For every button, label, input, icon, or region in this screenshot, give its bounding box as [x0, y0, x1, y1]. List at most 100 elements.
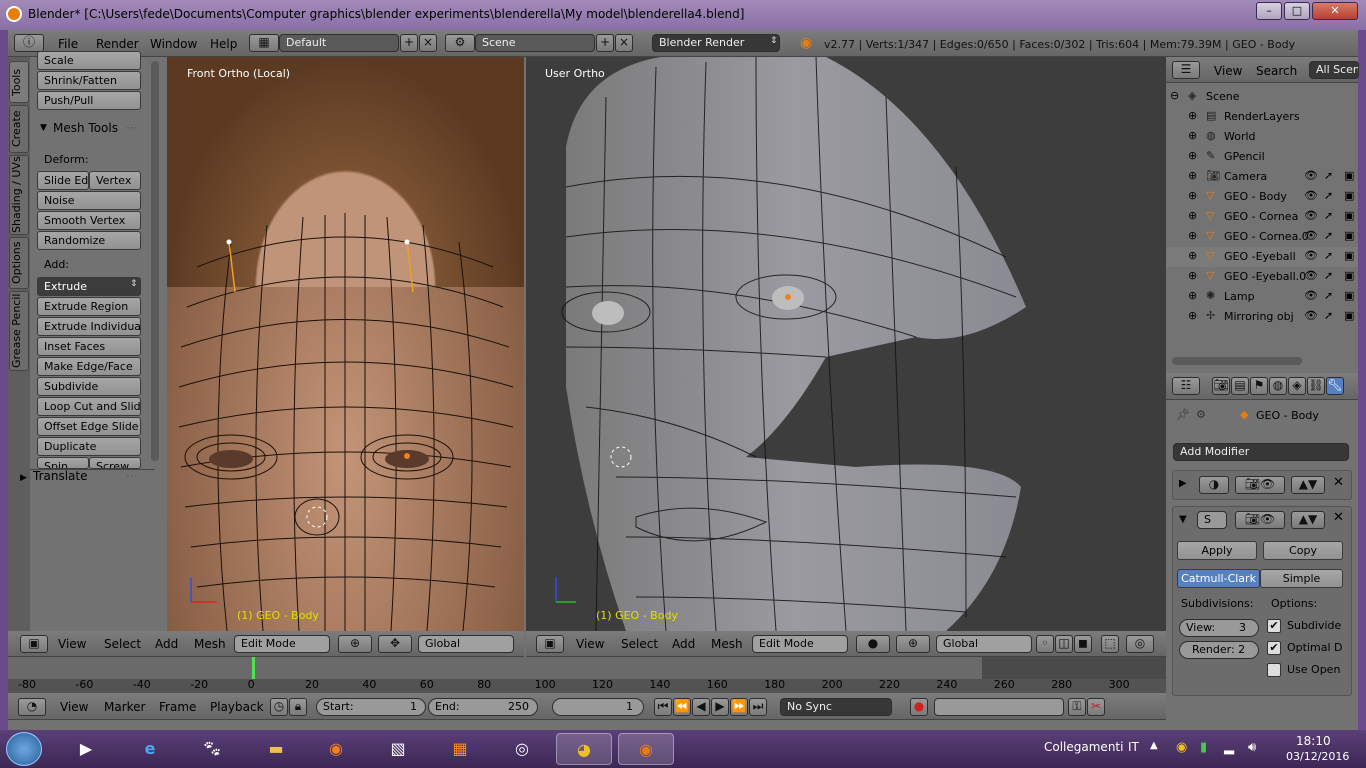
option-checkbox[interactable]: ✔: [1267, 619, 1281, 633]
select-arrow-icon[interactable]: ➚: [1324, 249, 1333, 262]
menu-help[interactable]: Help: [210, 37, 237, 51]
menu-add-right[interactable]: Add: [672, 637, 695, 651]
visibility-eye-icon[interactable]: 👁: [1304, 169, 1318, 182]
tray-links-label[interactable]: Collegamenti: [1044, 740, 1123, 754]
tab-grease-pencil[interactable]: Grease Pencil: [9, 291, 29, 371]
preview-range-icon[interactable]: ◷: [270, 698, 288, 716]
media-player-icon[interactable]: ▶: [58, 733, 114, 765]
view-levels-field[interactable]: View: 3: [1179, 619, 1259, 637]
outliner-item[interactable]: ⊕ ▽ GEO -Eyeball.0 👁 ➚ ▣: [1166, 267, 1358, 287]
outliner-item[interactable]: ⊕ ✺ Lamp 👁 ➚ ▣: [1166, 287, 1358, 307]
lock-icon[interactable]: 🔒︎: [289, 698, 307, 716]
jump-keyframe-forward-icon[interactable]: ⏩: [730, 698, 748, 716]
mode-select-right[interactable]: Edit Mode: [752, 635, 848, 653]
tray-battery-icon[interactable]: ▮: [1200, 740, 1207, 755]
duplicate-button[interactable]: Duplicate: [37, 437, 141, 456]
play-icon[interactable]: ▶: [711, 698, 729, 716]
outliner-scrollbar[interactable]: [1172, 357, 1302, 365]
render-camera-icon[interactable]: ▣: [1344, 209, 1354, 222]
language-indicator[interactable]: IT: [1128, 740, 1139, 754]
play-reverse-icon[interactable]: ◀: [692, 698, 710, 716]
menu-marker[interactable]: Marker: [104, 700, 145, 714]
shrink-fatten-button[interactable]: Shrink/Fatten: [37, 71, 141, 90]
menu-view-timeline[interactable]: View: [60, 700, 88, 714]
add-scene-icon[interactable]: +: [596, 34, 614, 52]
start-button[interactable]: [6, 732, 42, 766]
slide-vertex-button[interactable]: Vertex: [89, 171, 141, 190]
screw-button[interactable]: Screw: [89, 457, 141, 469]
outliner-item[interactable]: ⊕ ▽ GEO -Eyeball 👁 ➚ ▣: [1166, 247, 1358, 267]
outliner-item[interactable]: ⊖ ◈ Scene: [1166, 87, 1358, 107]
spin-button[interactable]: Spin: [37, 457, 89, 469]
scene-selector-icon[interactable]: ⚙: [445, 34, 475, 52]
sculpted-head-mesh[interactable]: [526, 57, 1166, 631]
render-camera-icon[interactable]: ▣: [1344, 289, 1354, 302]
menu-select-left[interactable]: Select: [104, 637, 141, 651]
render-camera-icon[interactable]: ▣: [1344, 169, 1354, 182]
select-arrow-icon[interactable]: ➚: [1324, 189, 1333, 202]
remove-scene-icon[interactable]: ×: [615, 34, 633, 52]
pin-icon[interactable]: 📌︎: [1176, 408, 1190, 421]
modifier-name-field[interactable]: S: [1197, 511, 1227, 529]
tray-volume-icon[interactable]: 🔊︎: [1248, 740, 1256, 755]
tray-network-icon[interactable]: ▂: [1224, 740, 1234, 755]
tab-options[interactable]: Options: [9, 237, 29, 289]
simple-toggle[interactable]: Simple: [1260, 569, 1343, 588]
tab-shading-uvs[interactable]: Shading / UVs: [9, 155, 29, 235]
jump-start-icon[interactable]: ⏮: [654, 698, 672, 716]
outliner-item[interactable]: ⊕ ✢ Mirroring obj 👁 ➚ ▣: [1166, 307, 1358, 327]
menu-mesh-left[interactable]: Mesh: [194, 637, 226, 651]
maximize-button[interactable]: □: [1284, 2, 1310, 20]
outliner-item[interactable]: ⊕ 📷︎ Camera 👁 ➚ ▣: [1166, 167, 1358, 187]
editor-type-properties-icon[interactable]: ☷: [1172, 377, 1200, 395]
orientation-select-left[interactable]: Global: [418, 635, 514, 653]
insert-keyframe-icon[interactable]: ⚿: [1068, 698, 1086, 716]
noise-button[interactable]: Noise: [37, 191, 141, 210]
sync-mode-select[interactable]: No Sync: [780, 698, 892, 716]
editor-type-3dview-icon[interactable]: ▣: [20, 635, 48, 653]
move-modifier-icon[interactable]: ▲▼: [1291, 511, 1325, 529]
minimize-button[interactable]: –: [1256, 2, 1282, 20]
visibility-eye-icon[interactable]: 👁: [1304, 249, 1318, 262]
render-camera-icon[interactable]: ▣: [1344, 229, 1354, 242]
visibility-eye-icon[interactable]: 👁: [1304, 309, 1318, 322]
menu-render[interactable]: Render: [96, 37, 139, 51]
expand-toggle-icon[interactable]: ⊕: [1188, 289, 1197, 302]
viewport-shading-icon[interactable]: ●: [856, 635, 890, 653]
editor-type-outliner-icon[interactable]: ☰: [1172, 61, 1200, 79]
clock-time[interactable]: 18:10: [1296, 734, 1331, 748]
layout-field[interactable]: Default: [279, 34, 399, 52]
inset-faces-button[interactable]: Inset Faces: [37, 337, 141, 356]
modifiers-tab-icon[interactable]: 🔧︎: [1326, 377, 1344, 395]
extrude-region-button[interactable]: Extrude Region: [37, 297, 141, 316]
select-arrow-icon[interactable]: ➚: [1324, 309, 1333, 322]
collapse-modifier-icon[interactable]: ▼: [1179, 514, 1187, 525]
expand-toggle-icon[interactable]: ⊕: [1188, 169, 1197, 182]
subdivide-button[interactable]: Subdivide: [37, 377, 141, 396]
copy-button[interactable]: Copy: [1263, 541, 1343, 560]
outliner-item[interactable]: ⊕ ◍ World: [1166, 127, 1358, 147]
pivot-point-icon[interactable]: ⊕: [338, 635, 372, 653]
current-frame-marker[interactable]: [251, 657, 255, 679]
modifier-visibility-icons[interactable]: 📷︎👁: [1235, 476, 1285, 494]
proportional-edit-icon[interactable]: ◎: [1126, 635, 1154, 653]
editor-type-info-icon[interactable]: ⓘ: [14, 34, 44, 52]
menu-view-right[interactable]: View: [576, 637, 604, 651]
add-modifier-select[interactable]: Add Modifier: [1173, 443, 1349, 461]
make-edge-face-button[interactable]: Make Edge/Face: [37, 357, 141, 376]
expand-toggle-icon[interactable]: ⊕: [1188, 229, 1197, 242]
drag-handle-icon[interactable]: ⋯: [126, 121, 137, 134]
tab-tools[interactable]: Tools: [9, 61, 29, 103]
select-arrow-icon[interactable]: ➚: [1324, 169, 1333, 182]
menu-playback[interactable]: Playback: [210, 700, 264, 714]
render-levels-field[interactable]: Render: 2: [1179, 641, 1259, 659]
scene-tab-icon[interactable]: ⚑: [1250, 377, 1268, 395]
md-app-icon[interactable]: ◎: [494, 733, 550, 765]
expand-toggle-icon[interactable]: ⊕: [1188, 109, 1197, 122]
tray-app-icon[interactable]: ◉: [1176, 740, 1187, 755]
toolshelf-scrollbar[interactable]: [151, 61, 159, 461]
visibility-eye-icon[interactable]: 👁: [1304, 289, 1318, 302]
viewport-user-ortho[interactable]: User Ortho (1) GEO - Body: [526, 57, 1166, 631]
add-layout-icon[interactable]: +: [400, 34, 418, 52]
outliner-item[interactable]: ⊕ ▽ GEO - Cornea.0 👁 ➚ ▣: [1166, 227, 1358, 247]
